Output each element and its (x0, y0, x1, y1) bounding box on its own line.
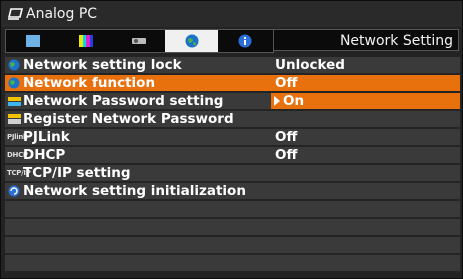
menu-item-network-setting-lock[interactable]: Network setting lock Unlocked (5, 57, 460, 75)
password-icon (8, 97, 21, 106)
projector-icon (131, 38, 146, 44)
menu-item-label: TCP/IP setting (23, 165, 131, 181)
menu-item-label: Register Network Password (23, 111, 234, 127)
menu-item-label: PJLink (23, 129, 70, 145)
projector-osd-menu: Analog PC Network Setting Network settin… (0, 0, 463, 279)
menu-tab-bar (5, 29, 274, 53)
menu-item-label: Network Password setting (23, 93, 224, 109)
color-bars-icon (78, 35, 93, 47)
menu-item-value: Off (275, 147, 298, 163)
empty-menu-row (5, 237, 460, 255)
empty-menu-row (5, 255, 460, 273)
menu-item-label: Network setting lock (23, 57, 182, 73)
title-bar: Analog PC (1, 1, 462, 27)
network-globe-icon (185, 34, 198, 48)
selected-value-option[interactable]: On (271, 93, 460, 109)
menu-item-value: Off (275, 75, 298, 91)
menu-item-label: Network function (23, 75, 156, 91)
menu-item-label: Network setting initialization (23, 183, 246, 199)
register-password-icon (8, 114, 21, 124)
globe-icon (8, 77, 20, 89)
tab-color[interactable] (59, 30, 112, 52)
menu-item-label: DHCP (23, 147, 66, 163)
menu-item-network-setting-initialization[interactable]: Network setting initialization (5, 183, 460, 201)
tab-network[interactable] (165, 30, 218, 52)
empty-menu-row (5, 219, 460, 237)
menu-item-value: On (283, 93, 305, 109)
menu-item-dhcp[interactable]: DHCP DHCP Off (5, 147, 460, 165)
screen-icon (25, 35, 40, 47)
input-source-icon (8, 8, 24, 20)
menu-item-tcp-ip-setting[interactable]: TCP/IP TCP/IP setting (5, 165, 460, 183)
menu-item-network-function[interactable]: Network function Off (5, 75, 460, 93)
menu-item-pjlink[interactable]: PJlink PJLink Off (5, 129, 460, 147)
empty-menu-row (5, 201, 460, 219)
info-icon (238, 34, 251, 48)
tab-image[interactable] (6, 30, 59, 52)
network-menu-list: Network setting lock Unlocked Network fu… (5, 55, 460, 277)
menu-item-network-password-setting[interactable]: Network Password setting On (5, 93, 460, 111)
input-source-title: Analog PC (26, 6, 98, 22)
tab-install[interactable] (112, 30, 165, 52)
selection-arrow-icon (274, 96, 280, 106)
globe-lock-icon (8, 59, 20, 71)
menu-item-value: Off (275, 129, 298, 145)
menu-section-title: Network Setting (273, 29, 459, 51)
menu-item-value: Unlocked (275, 57, 345, 73)
tab-information[interactable] (218, 30, 271, 52)
network-reset-icon (8, 185, 20, 197)
menu-item-register-network-password[interactable]: Register Network Password (5, 111, 460, 129)
